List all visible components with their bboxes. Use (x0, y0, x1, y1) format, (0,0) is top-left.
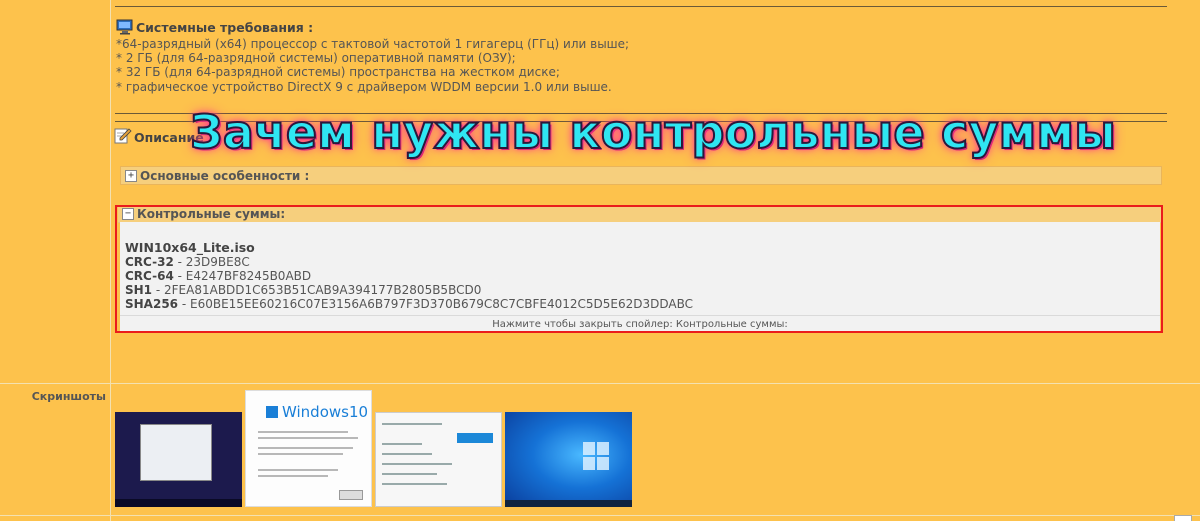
screenshot-thumbnail-4[interactable] (505, 412, 632, 507)
expand-icon[interactable]: + (125, 169, 137, 182)
left-label-column (0, 0, 111, 521)
spoiler-features[interactable]: + Основные особенности : (120, 166, 1162, 185)
requirement-item: * графическое устройство DirectX 9 с дра… (116, 80, 612, 94)
screenshot-thumbnail-2[interactable]: Windows10 (245, 390, 372, 507)
monitor-icon (116, 19, 134, 35)
requirement-item: * 2 ГБ (для 64-разрядной системы) операт… (116, 51, 516, 65)
separator (115, 6, 1167, 7)
screenshot-thumbnail-1[interactable] (115, 412, 242, 507)
requirement-item: *64-разрядный (x64) процессор с тактовой… (116, 37, 630, 51)
taskbar (505, 500, 632, 507)
windows-logo-icon (583, 442, 609, 472)
system-requirements-title: Системные требования : (136, 20, 314, 35)
screenshot-thumbnail-3[interactable] (375, 412, 502, 507)
ok-button (339, 490, 363, 500)
screenshots-label: Скриншоты (31, 390, 106, 403)
windows-logo-icon: Windows10 (266, 403, 368, 421)
overlay-title: Зачем нужны контрольные суммы (189, 104, 1117, 160)
system-requirements-heading: Системные требования : (116, 13, 313, 35)
taskbar (115, 499, 242, 507)
pencil-icon (114, 127, 132, 145)
setup-window (140, 424, 212, 481)
requirement-item: * 32 ГБ (для 64-разрядной системы) прост… (116, 65, 560, 79)
highlight-frame (115, 205, 1163, 333)
windows-logo-icon (457, 433, 493, 443)
scroll-handle[interactable] (1174, 515, 1192, 521)
windows-logo-text: Windows10 (282, 403, 369, 421)
spoiler-features-label[interactable]: Основные особенности : (140, 169, 309, 183)
